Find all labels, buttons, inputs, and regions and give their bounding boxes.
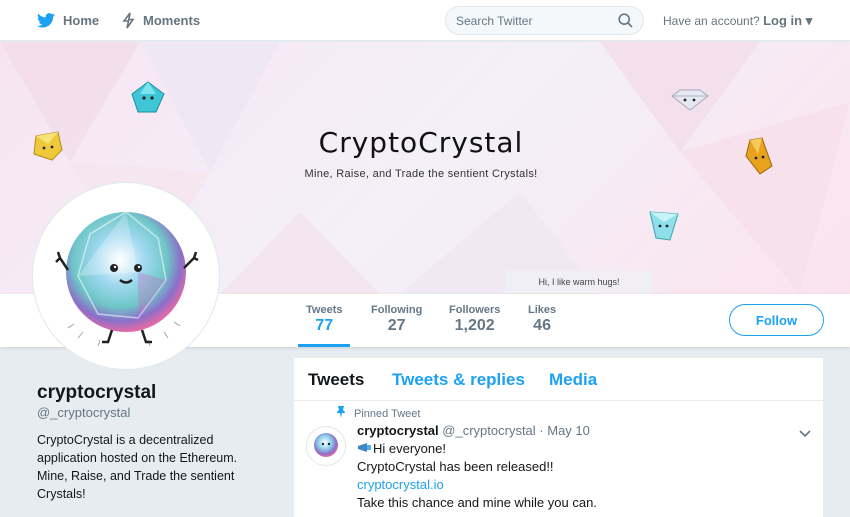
stat-label: Following [371, 304, 423, 316]
banner-title: CryptoCrystal [318, 126, 524, 159]
follow-button[interactable]: Follow [729, 304, 824, 336]
stat-label: Likes [528, 304, 557, 316]
nav-home-label: Home [63, 12, 100, 28]
tweet-link[interactable]: cryptocrystal.io [357, 477, 444, 492]
pin-icon [336, 406, 346, 421]
stat-tweets[interactable]: Tweets 77 [297, 304, 352, 347]
tweet-date-separator: · [535, 423, 548, 438]
profile-name[interactable]: cryptocrystal [37, 382, 156, 404]
crystal-teal-image [649, 211, 679, 241]
login-label: Log in [763, 13, 803, 28]
stat-following[interactable]: Following 27 [371, 304, 422, 335]
twitter-bird-icon [37, 12, 55, 28]
banner-subtitle: Mine, Raise, and Trade the sentient Crys… [304, 168, 538, 180]
pinned-label: Pinned Tweet [354, 407, 421, 420]
stat-label: Tweets [306, 304, 343, 316]
stat-value: 77 [315, 317, 334, 334]
search-box[interactable] [445, 6, 644, 35]
account-prompt-text: Have an account? [663, 14, 760, 28]
stat-value: 27 [387, 317, 406, 334]
tweet-date[interactable]: May 10 [547, 423, 590, 438]
stat-followers[interactable]: Followers 1,202 [449, 304, 500, 335]
tab-tweets[interactable]: Tweets [308, 370, 364, 390]
pinned-tweet-indicator: Pinned Tweet [336, 406, 420, 421]
lightning-icon [122, 12, 135, 29]
login-prompt: Have an account? Log in ▾ [663, 13, 812, 29]
caret-down-icon: ▾ [802, 13, 813, 28]
tweet-avatar[interactable] [306, 426, 346, 466]
tweet-author-handle[interactable]: @_cryptocrystal [442, 423, 535, 438]
nav-moments[interactable]: Moments [122, 0, 200, 40]
nav-moments-label: Moments [143, 12, 201, 28]
banner-caption: Hi, I like warm hugs! [505, 271, 653, 293]
nav-home[interactable]: Home [37, 0, 99, 40]
tweet-author-name[interactable]: cryptocrystal [357, 423, 439, 438]
timeline: Tweets Tweets & replies Media Pinned Twe… [294, 358, 823, 517]
tweet-line-1: Hi everyone! [373, 441, 446, 456]
tab-tweets-replies[interactable]: Tweets & replies [392, 370, 525, 390]
tweet-text-line: Hi everyone! [357, 441, 446, 456]
search-icon[interactable] [618, 13, 633, 33]
profile-avatar[interactable] [33, 183, 219, 369]
tweet-line-2: CryptoCrystal has been released!! [357, 459, 554, 474]
profile-handle[interactable]: @_cryptocrystal [37, 405, 130, 420]
stat-value: 1,202 [454, 317, 495, 334]
crystal-cyan-image [131, 81, 165, 113]
stat-value: 46 [533, 317, 551, 334]
chevron-down-icon[interactable] [799, 425, 811, 443]
tweet-line-4: Take this chance and mine while you can. [357, 495, 597, 510]
tab-media[interactable]: Media [549, 370, 597, 390]
stat-likes[interactable]: Likes 46 [528, 304, 556, 335]
stat-label: Followers [449, 304, 501, 316]
login-link[interactable]: Log in ▾ [763, 13, 812, 28]
timeline-tabs: Tweets Tweets & replies Media [294, 358, 823, 401]
top-navigation: Home Moments Have an account? Log in ▾ [0, 0, 850, 41]
profile-bio: CryptoCrystal is a decentralized applica… [37, 433, 238, 501]
search-input[interactable] [456, 12, 616, 30]
crystal-diamond-image [671, 89, 709, 111]
crystal-character-image [55, 211, 199, 347]
megaphone-icon [357, 441, 373, 456]
crystal-character-thumbnail [314, 433, 338, 457]
tweet-header: cryptocrystal @_cryptocrystal · May 10 [357, 423, 590, 438]
